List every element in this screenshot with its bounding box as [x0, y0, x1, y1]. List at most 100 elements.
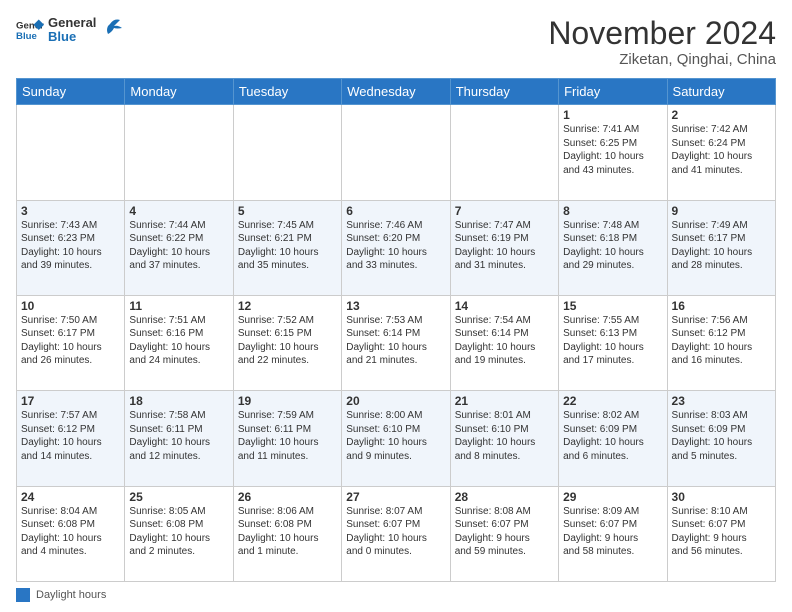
- day-info: Sunrise: 7:55 AM Sunset: 6:13 PM Dayligh…: [563, 314, 662, 368]
- day-number: 2: [672, 108, 771, 122]
- day-info: Sunrise: 7:42 AM Sunset: 6:24 PM Dayligh…: [672, 123, 771, 177]
- calendar-cell: 14Sunrise: 7:54 AM Sunset: 6:14 PM Dayli…: [450, 295, 558, 390]
- calendar-cell: 29Sunrise: 8:09 AM Sunset: 6:07 PM Dayli…: [559, 486, 667, 581]
- day-number: 10: [21, 299, 120, 313]
- day-number: 30: [672, 490, 771, 504]
- day-number: 24: [21, 490, 120, 504]
- day-number: 13: [346, 299, 445, 313]
- day-info: Sunrise: 8:08 AM Sunset: 6:07 PM Dayligh…: [455, 505, 554, 559]
- day-info: Sunrise: 8:07 AM Sunset: 6:07 PM Dayligh…: [346, 505, 445, 559]
- logo-general: General: [48, 16, 96, 30]
- svg-text:Blue: Blue: [16, 31, 37, 42]
- day-number: 17: [21, 394, 120, 408]
- day-number: 18: [129, 394, 228, 408]
- location-subtitle: Ziketan, Qinghai, China: [548, 51, 776, 68]
- day-number: 15: [563, 299, 662, 313]
- day-info: Sunrise: 7:43 AM Sunset: 6:23 PM Dayligh…: [21, 219, 120, 273]
- calendar-week-row: 17Sunrise: 7:57 AM Sunset: 6:12 PM Dayli…: [17, 391, 776, 486]
- calendar-cell: 30Sunrise: 8:10 AM Sunset: 6:07 PM Dayli…: [667, 486, 775, 581]
- calendar-cell: 26Sunrise: 8:06 AM Sunset: 6:08 PM Dayli…: [233, 486, 341, 581]
- day-number: 12: [238, 299, 337, 313]
- calendar-cell: 13Sunrise: 7:53 AM Sunset: 6:14 PM Dayli…: [342, 295, 450, 390]
- day-info: Sunrise: 8:03 AM Sunset: 6:09 PM Dayligh…: [672, 409, 771, 463]
- day-info: Sunrise: 7:53 AM Sunset: 6:14 PM Dayligh…: [346, 314, 445, 368]
- day-number: 14: [455, 299, 554, 313]
- day-number: 23: [672, 394, 771, 408]
- day-number: 29: [563, 490, 662, 504]
- day-number: 19: [238, 394, 337, 408]
- day-info: Sunrise: 8:10 AM Sunset: 6:07 PM Dayligh…: [672, 505, 771, 559]
- calendar-cell: 25Sunrise: 8:05 AM Sunset: 6:08 PM Dayli…: [125, 486, 233, 581]
- calendar-cell: 22Sunrise: 8:02 AM Sunset: 6:09 PM Dayli…: [559, 391, 667, 486]
- calendar-cell: 8Sunrise: 7:48 AM Sunset: 6:18 PM Daylig…: [559, 200, 667, 295]
- calendar-cell: 21Sunrise: 8:01 AM Sunset: 6:10 PM Dayli…: [450, 391, 558, 486]
- day-number: 8: [563, 204, 662, 218]
- calendar-cell: 24Sunrise: 8:04 AM Sunset: 6:08 PM Dayli…: [17, 486, 125, 581]
- day-number: 1: [563, 108, 662, 122]
- logo-blue: Blue: [48, 30, 96, 44]
- header: General Blue General Blue November 2024 …: [16, 16, 776, 68]
- day-number: 9: [672, 204, 771, 218]
- calendar-cell: 27Sunrise: 8:07 AM Sunset: 6:07 PM Dayli…: [342, 486, 450, 581]
- day-info: Sunrise: 8:01 AM Sunset: 6:10 PM Dayligh…: [455, 409, 554, 463]
- day-info: Sunrise: 7:47 AM Sunset: 6:19 PM Dayligh…: [455, 219, 554, 273]
- day-number: 28: [455, 490, 554, 504]
- day-info: Sunrise: 8:00 AM Sunset: 6:10 PM Dayligh…: [346, 409, 445, 463]
- day-info: Sunrise: 7:54 AM Sunset: 6:14 PM Dayligh…: [455, 314, 554, 368]
- calendar-cell: [342, 105, 450, 200]
- day-info: Sunrise: 7:44 AM Sunset: 6:22 PM Dayligh…: [129, 219, 228, 273]
- calendar-week-row: 10Sunrise: 7:50 AM Sunset: 6:17 PM Dayli…: [17, 295, 776, 390]
- legend-color-box: [16, 588, 30, 602]
- calendar-cell: 15Sunrise: 7:55 AM Sunset: 6:13 PM Dayli…: [559, 295, 667, 390]
- day-info: Sunrise: 7:52 AM Sunset: 6:15 PM Dayligh…: [238, 314, 337, 368]
- calendar-table: Sunday Monday Tuesday Wednesday Thursday…: [16, 78, 776, 582]
- legend-label: Daylight hours: [36, 589, 106, 601]
- col-wednesday: Wednesday: [342, 79, 450, 105]
- calendar-cell: 10Sunrise: 7:50 AM Sunset: 6:17 PM Dayli…: [17, 295, 125, 390]
- calendar-cell: 12Sunrise: 7:52 AM Sunset: 6:15 PM Dayli…: [233, 295, 341, 390]
- day-number: 16: [672, 299, 771, 313]
- day-info: Sunrise: 7:57 AM Sunset: 6:12 PM Dayligh…: [21, 409, 120, 463]
- legend: Daylight hours: [16, 588, 776, 602]
- month-title: November 2024: [548, 16, 776, 51]
- day-info: Sunrise: 8:09 AM Sunset: 6:07 PM Dayligh…: [563, 505, 662, 559]
- day-number: 22: [563, 394, 662, 408]
- day-info: Sunrise: 7:46 AM Sunset: 6:20 PM Dayligh…: [346, 219, 445, 273]
- day-info: Sunrise: 7:59 AM Sunset: 6:11 PM Dayligh…: [238, 409, 337, 463]
- day-info: Sunrise: 7:48 AM Sunset: 6:18 PM Dayligh…: [563, 219, 662, 273]
- day-info: Sunrise: 8:04 AM Sunset: 6:08 PM Dayligh…: [21, 505, 120, 559]
- calendar-week-row: 3Sunrise: 7:43 AM Sunset: 6:23 PM Daylig…: [17, 200, 776, 295]
- calendar-cell: 18Sunrise: 7:58 AM Sunset: 6:11 PM Dayli…: [125, 391, 233, 486]
- col-friday: Friday: [559, 79, 667, 105]
- calendar-cell: 17Sunrise: 7:57 AM Sunset: 6:12 PM Dayli…: [17, 391, 125, 486]
- col-monday: Monday: [125, 79, 233, 105]
- calendar-cell: 5Sunrise: 7:45 AM Sunset: 6:21 PM Daylig…: [233, 200, 341, 295]
- calendar-cell: 1Sunrise: 7:41 AM Sunset: 6:25 PM Daylig…: [559, 105, 667, 200]
- day-info: Sunrise: 8:06 AM Sunset: 6:08 PM Dayligh…: [238, 505, 337, 559]
- day-info: Sunrise: 7:41 AM Sunset: 6:25 PM Dayligh…: [563, 123, 662, 177]
- calendar-header-row: Sunday Monday Tuesday Wednesday Thursday…: [17, 79, 776, 105]
- day-info: Sunrise: 7:51 AM Sunset: 6:16 PM Dayligh…: [129, 314, 228, 368]
- calendar-cell: 9Sunrise: 7:49 AM Sunset: 6:17 PM Daylig…: [667, 200, 775, 295]
- day-number: 25: [129, 490, 228, 504]
- calendar-cell: 6Sunrise: 7:46 AM Sunset: 6:20 PM Daylig…: [342, 200, 450, 295]
- day-info: Sunrise: 7:50 AM Sunset: 6:17 PM Dayligh…: [21, 314, 120, 368]
- col-sunday: Sunday: [17, 79, 125, 105]
- calendar-cell: [17, 105, 125, 200]
- day-number: 5: [238, 204, 337, 218]
- calendar-cell: 23Sunrise: 8:03 AM Sunset: 6:09 PM Dayli…: [667, 391, 775, 486]
- day-number: 20: [346, 394, 445, 408]
- calendar-cell: 19Sunrise: 7:59 AM Sunset: 6:11 PM Dayli…: [233, 391, 341, 486]
- calendar-cell: 16Sunrise: 7:56 AM Sunset: 6:12 PM Dayli…: [667, 295, 775, 390]
- day-info: Sunrise: 7:58 AM Sunset: 6:11 PM Dayligh…: [129, 409, 228, 463]
- logo-icon: General Blue: [16, 16, 44, 44]
- page: General Blue General Blue November 2024 …: [0, 0, 792, 612]
- calendar-cell: [125, 105, 233, 200]
- calendar-cell: 20Sunrise: 8:00 AM Sunset: 6:10 PM Dayli…: [342, 391, 450, 486]
- calendar-week-row: 1Sunrise: 7:41 AM Sunset: 6:25 PM Daylig…: [17, 105, 776, 200]
- day-info: Sunrise: 7:56 AM Sunset: 6:12 PM Dayligh…: [672, 314, 771, 368]
- day-number: 4: [129, 204, 228, 218]
- day-number: 11: [129, 299, 228, 313]
- day-number: 6: [346, 204, 445, 218]
- col-tuesday: Tuesday: [233, 79, 341, 105]
